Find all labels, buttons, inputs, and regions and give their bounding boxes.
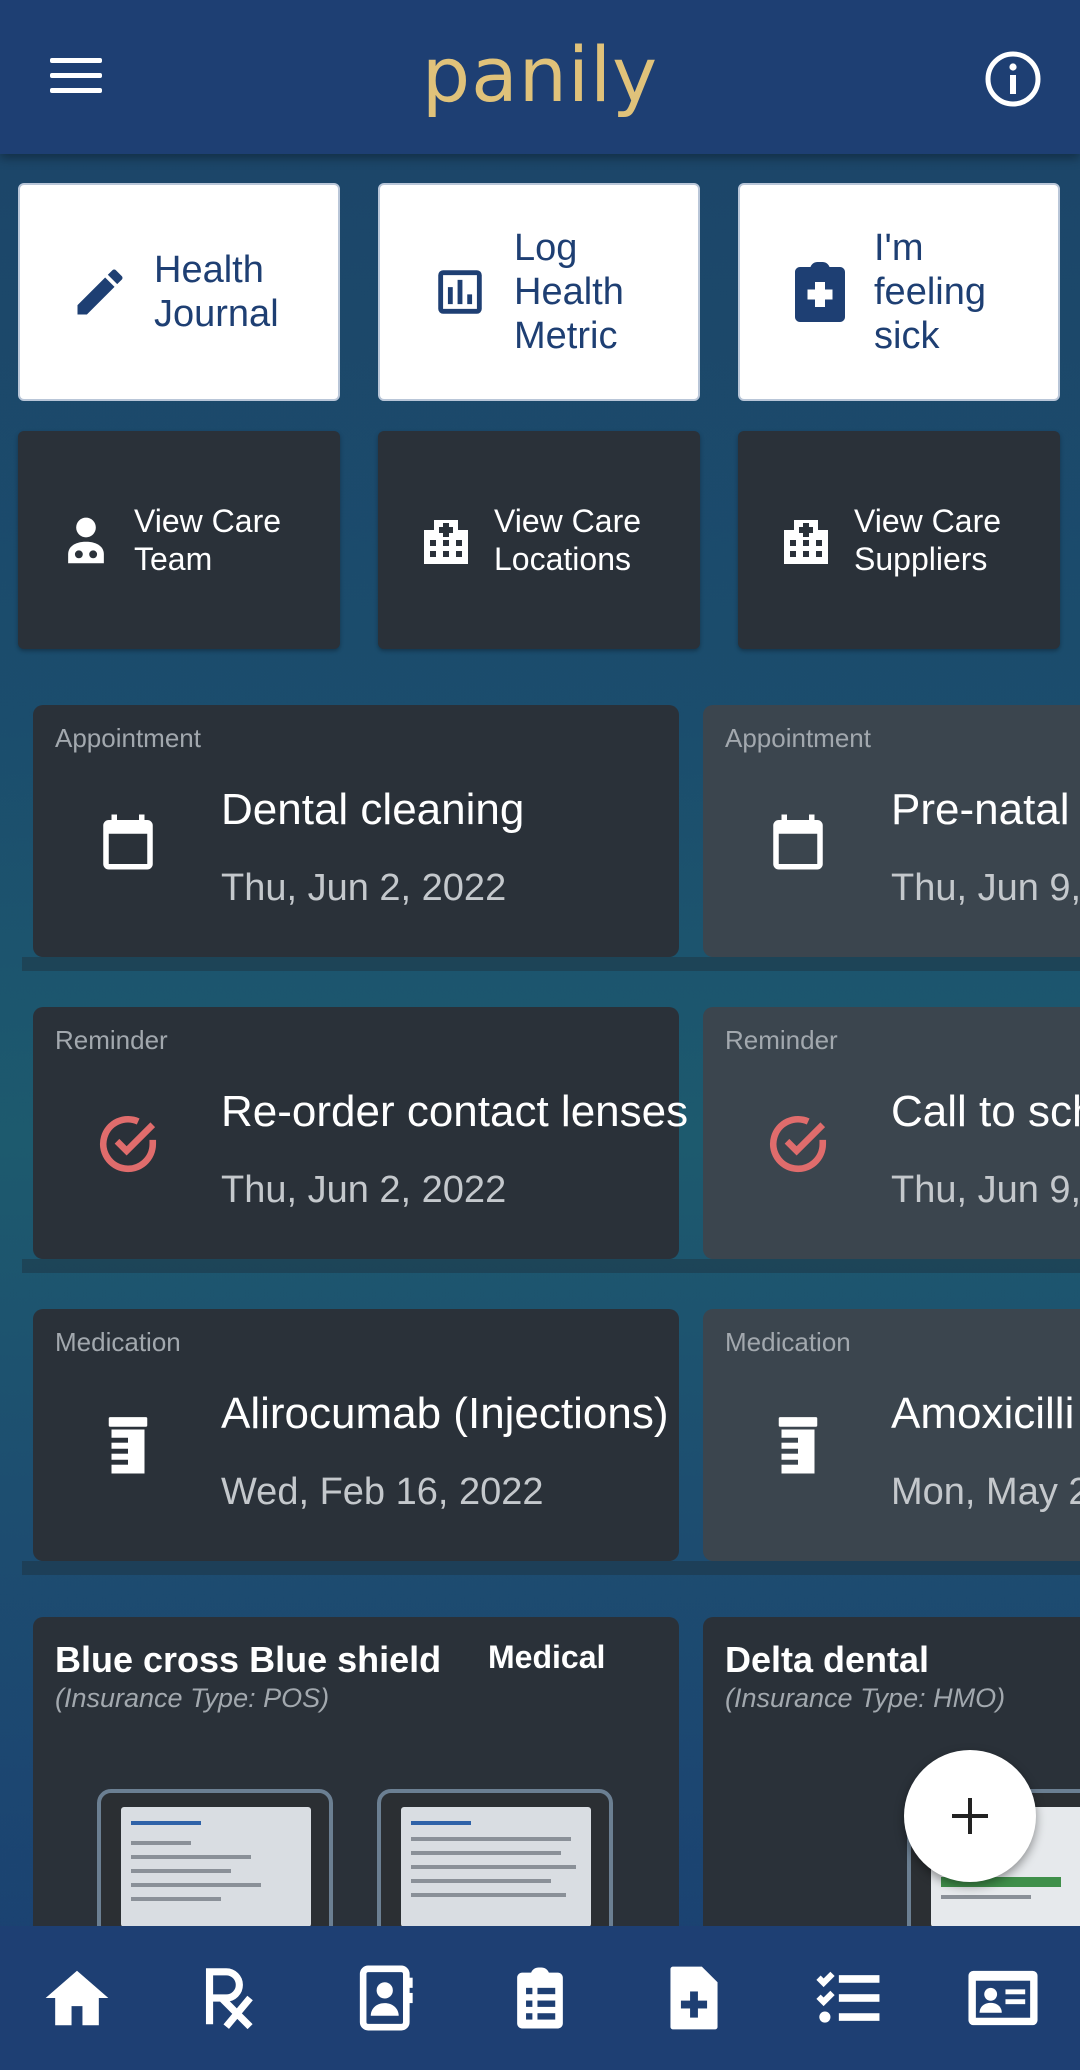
bar-chart-icon <box>438 270 482 314</box>
card-date: Wed, Feb 16, 2022 <box>221 1471 544 1513</box>
pill-bottle-icon <box>108 1417 148 1474</box>
care-label: View Care <box>494 503 642 539</box>
card-category: Appointment <box>55 723 201 753</box>
nav-home[interactable] <box>17 1948 137 2048</box>
insurance-name: Delta dental <box>725 1639 930 1680</box>
reminder-card[interactable]: Reminder Re-order contact lenses Thu, Ju… <box>33 1007 688 1259</box>
calendar-icon <box>773 814 823 870</box>
card-category: Reminder <box>55 1025 168 1055</box>
info-icon[interactable] <box>984 50 1042 108</box>
insurance-card[interactable]: Delta dental (Insurance Type: HMO) <box>703 1617 1080 1927</box>
card-date: Thu, Jun 9, <box>891 1169 1080 1211</box>
care-label: View Care <box>854 503 1002 539</box>
medication-card[interactable]: Medication Alirocumab (Injections) Wed, … <box>33 1309 679 1561</box>
card-title: Alirocumab (Injections) <box>221 1389 669 1438</box>
row-divider <box>22 1259 1080 1273</box>
qa-label: Health <box>154 249 264 291</box>
appointment-card[interactable]: Appointment Dental cleaning Thu, Jun 2, … <box>33 705 679 957</box>
view-care-team-button[interactable]: View Care Team <box>18 431 340 649</box>
add-button[interactable] <box>904 1750 1036 1882</box>
pill-bottle-icon <box>778 1417 818 1474</box>
hospital-icon <box>424 520 468 564</box>
nav-contacts[interactable] <box>326 1948 446 2048</box>
calendar-icon <box>103 814 153 870</box>
log-health-metric-button[interactable]: Log Health Metric <box>378 183 700 401</box>
medication-card[interactable]: Medication Amoxicilli Mon, May 2 <box>703 1309 1080 1561</box>
qa-label: Metric <box>514 315 618 357</box>
insurance-card-back-image[interactable] <box>377 1789 613 1927</box>
bottom-nav <box>0 1926 1080 2070</box>
card-date: Mon, May 2 <box>891 1471 1080 1513</box>
care-label: Suppliers <box>854 541 988 577</box>
app-logo: panily <box>421 30 659 119</box>
check-circle-icon <box>99 1116 157 1172</box>
nav-tasks[interactable] <box>789 1948 909 2048</box>
clipboard-plus-icon <box>795 262 845 322</box>
card-category: Medication <box>725 1327 851 1357</box>
card-category: Reminder <box>725 1025 838 1055</box>
qa-label: Journal <box>154 293 279 335</box>
rx-icon <box>206 1968 254 2029</box>
health-journal-button[interactable]: Health Journal <box>18 183 340 401</box>
insurance-name: Blue cross Blue shield <box>55 1639 442 1680</box>
insurance-plan: Medical <box>488 1639 606 1675</box>
nav-id-card[interactable] <box>943 1948 1063 2048</box>
qa-label: I'm <box>874 227 924 269</box>
feeling-sick-button[interactable]: I'm feeling sick <box>738 183 1060 401</box>
nav-prescriptions[interactable] <box>171 1948 291 2048</box>
insurance-type: (Insurance Type: POS) <box>55 1683 330 1713</box>
card-category: Medication <box>55 1327 181 1357</box>
qa-label: sick <box>874 315 940 357</box>
card-title: Amoxicilli <box>891 1389 1075 1438</box>
card-title: Pre-natal c <box>891 785 1080 834</box>
view-care-locations-button[interactable]: View Care Locations <box>378 431 700 649</box>
file-plus-icon <box>670 1966 718 2030</box>
insurance-type: (Insurance Type: HMO) <box>725 1683 1006 1713</box>
check-circle-icon <box>769 1116 827 1172</box>
plus-icon <box>952 1798 988 1834</box>
qa-label: Health <box>514 271 624 313</box>
qa-label: feeling <box>874 271 986 313</box>
care-label: View Care <box>134 503 282 539</box>
home-icon <box>45 1970 109 2026</box>
id-card-icon <box>968 1970 1038 2026</box>
doctor-icon <box>68 517 104 564</box>
app-bar: panily <box>0 0 1080 154</box>
qa-label: Log <box>514 227 578 269</box>
insurance-card-front-image[interactable] <box>97 1789 333 1927</box>
view-care-suppliers-button[interactable]: View Care Suppliers <box>738 431 1060 649</box>
card-category: Appointment <box>725 723 871 753</box>
nav-records[interactable] <box>480 1948 600 2048</box>
card-date: Thu, Jun 9, <box>891 867 1080 909</box>
checklist-icon <box>815 1971 880 2023</box>
reminder-card[interactable]: Reminder Call to sch Thu, Jun 9, <box>703 1007 1080 1259</box>
insurance-card[interactable]: Blue cross Blue shield Medical (Insuranc… <box>33 1617 679 1927</box>
row-divider <box>22 957 1080 971</box>
card-title: Re-order contact lenses <box>221 1087 689 1136</box>
care-label: Locations <box>494 541 631 577</box>
contacts-icon <box>359 1965 413 2031</box>
card-title: Dental cleaning <box>221 785 525 834</box>
card-date: Thu, Jun 2, 2022 <box>221 867 507 909</box>
hospital-icon <box>784 520 828 564</box>
card-title: Call to sch <box>891 1087 1080 1136</box>
card-date: Thu, Jun 2, 2022 <box>221 1169 507 1211</box>
nav-add-document[interactable] <box>634 1948 754 2048</box>
clipboard-list-icon <box>517 1967 563 2029</box>
row-divider <box>22 1561 1080 1575</box>
pencil-icon <box>77 269 123 315</box>
care-label: Team <box>134 541 213 577</box>
appointment-card[interactable]: Appointment Pre-natal c Thu, Jun 9, <box>703 705 1080 957</box>
